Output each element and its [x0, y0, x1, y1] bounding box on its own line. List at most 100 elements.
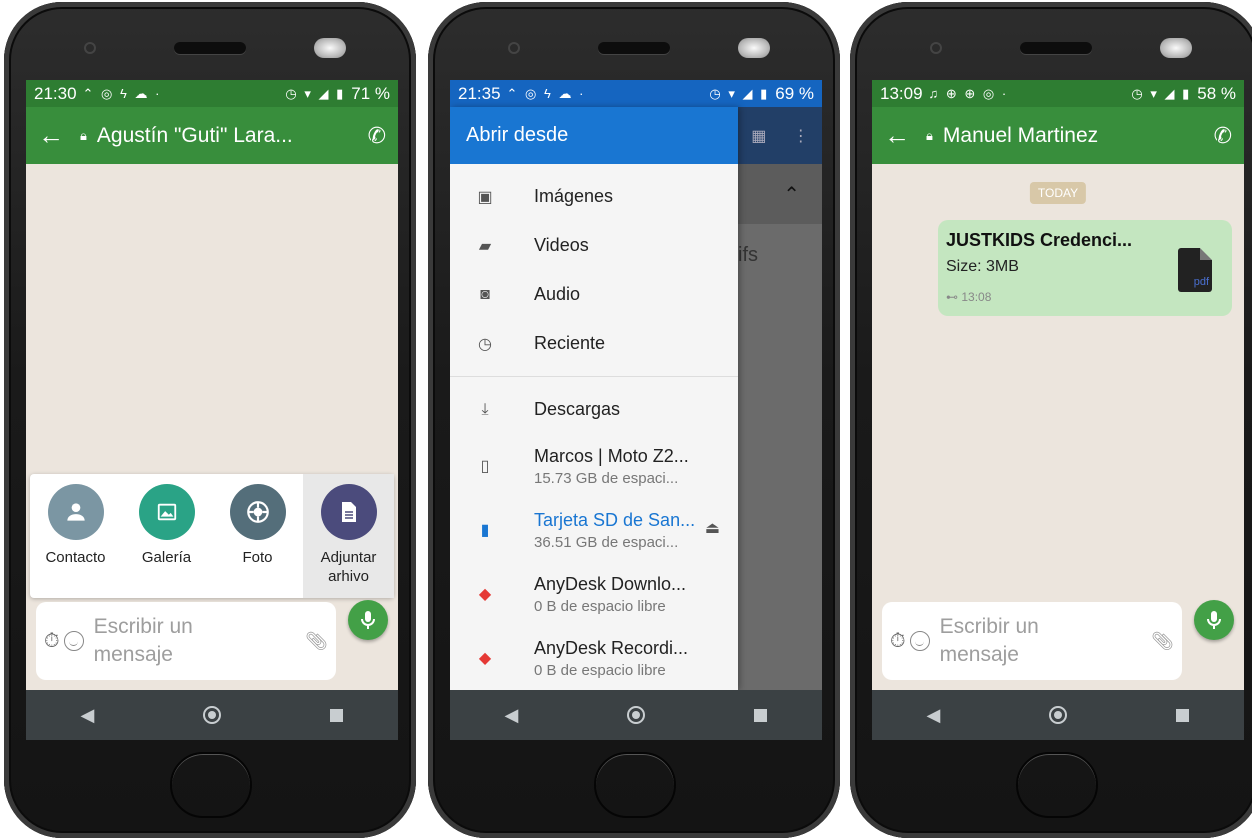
storage-free: 0 B de espacio libre	[534, 661, 666, 679]
back-arrow-icon[interactable]: ←	[38, 120, 80, 151]
drawer-item-downloads[interactable]: ⤓ Descargas	[450, 385, 738, 434]
earpiece-speaker	[1020, 42, 1092, 54]
paperclip-icon[interactable]: 📎︎	[305, 631, 328, 652]
phone-device-icon: ▯	[480, 458, 490, 475]
phone-3: 13:09 ♫ ⊕ ⊕ ◎ · ◷ ▾ ◢ ▮ 58 % ← 🔒︎ Manuel M…	[850, 2, 1252, 838]
sent-status-icon: ⊷	[946, 290, 962, 304]
gallery-icon	[138, 484, 195, 540]
microphone-button[interactable]	[348, 600, 388, 640]
background-toolbar: ▦ ⋮	[738, 107, 822, 164]
message-input[interactable]: ⏱︎ Escribir un mensaje 📎︎	[36, 602, 336, 680]
camera-aperture-icon	[229, 484, 286, 540]
contact-name[interactable]: Agustín "Guti" Lara...	[97, 124, 360, 148]
android-nav-bar: ◀	[872, 690, 1244, 740]
drawer-item-audio[interactable]: ◙ Audio	[450, 270, 738, 319]
nav-recents-icon[interactable]	[1176, 708, 1190, 722]
open-from-drawer: Abrir desde ▣ Imágenes ▰ Videos ◙ Audio …	[450, 107, 738, 690]
file-size: Size: 3MB	[946, 258, 1019, 275]
battery-percent: 71 %	[351, 83, 390, 103]
more-icon: ⋮	[792, 127, 809, 145]
nav-recents-icon[interactable]	[330, 708, 344, 722]
attach-contact[interactable]: Contacto	[30, 474, 121, 598]
back-arrow-icon[interactable]: ←	[884, 120, 926, 151]
drawer-item-videos[interactable]: ▰ Videos	[450, 221, 738, 270]
timer-icon[interactable]: ⏱︎	[44, 630, 60, 653]
front-flash	[1160, 38, 1192, 58]
phone-1-screen: 21:30 ⌃ ◎ ϟ ☁ · ◷ ▾ ◢ ▮ 71 % ← 🔒︎ Agustín …	[26, 80, 398, 740]
file-name: JUSTKIDS Credenci...	[946, 230, 1133, 250]
nav-home-icon[interactable]	[1049, 706, 1068, 724]
battery-percent: 58 %	[1197, 83, 1236, 103]
front-camera	[930, 42, 942, 54]
earpiece-speaker	[598, 42, 670, 54]
divider	[450, 376, 738, 377]
storage-anydesk-recordings[interactable]: ◆ AnyDesk Recordi... 0 B de espacio libre	[450, 626, 738, 690]
drawer-item-label: Imágenes	[534, 186, 614, 206]
microphone-button[interactable]	[1194, 600, 1234, 640]
dimmed-background[interactable]: ▦ ⋮ ⌃ ifs	[738, 107, 822, 690]
attach-label: Foto	[242, 549, 273, 566]
status-time: 21:35	[458, 83, 501, 103]
microphone-icon	[361, 611, 375, 629]
lock-icon: 🔒︎	[926, 127, 933, 143]
message-input[interactable]: ⏱︎ Escribir un mensaje 📎︎	[882, 602, 1182, 680]
front-flash	[738, 38, 770, 58]
attach-gallery[interactable]: Galería	[121, 474, 212, 598]
background-row: ⌃	[738, 164, 822, 224]
notification-icons: ⌃ ◎ ϟ ☁ ·	[82, 85, 162, 101]
chevron-up-icon: ⌃	[783, 183, 800, 206]
storage-internal[interactable]: ▯ Marcos | Moto Z2... 15.73 GB de espaci.…	[450, 434, 738, 498]
pdf-document-icon: pdf	[1178, 248, 1212, 292]
phone-call-icon[interactable]: ✆	[368, 123, 386, 149]
status-time: 13:09	[880, 83, 923, 103]
storage-sd-card[interactable]: ▮ Tarjeta SD de San... 36.51 GB de espaci…	[450, 498, 738, 562]
system-icons: ◷ ▾ ◢ ▮	[709, 85, 770, 101]
phone-2: 21:35 ⌃ ◎ ϟ ☁ · ◷ ▾ ◢ ▮ 69 % ▦ ⋮ ⌃ ifs Abri…	[428, 2, 840, 838]
person-icon	[47, 484, 104, 540]
timer-icon[interactable]: ⏱︎	[890, 630, 906, 653]
attach-label: Galería	[141, 549, 192, 566]
notification-icons: ♫ ⊕ ⊕ ◎ ·	[928, 85, 1009, 101]
drawer-item-recent[interactable]: ◷ Reciente	[450, 319, 738, 368]
drawer-item-images[interactable]: ▣ Imágenes	[450, 172, 738, 221]
image-icon: ▣	[477, 188, 493, 206]
sd-card-icon: ▮	[480, 522, 490, 539]
paperclip-icon[interactable]: 📎︎	[1151, 631, 1174, 652]
nav-home-icon[interactable]	[627, 706, 646, 724]
phone-call-icon[interactable]: ✆	[1214, 123, 1232, 149]
notification-icons: ⌃ ◎ ϟ ☁ ·	[506, 85, 586, 101]
video-icon: ▰	[478, 237, 492, 255]
nav-back-icon[interactable]: ◀	[927, 705, 941, 726]
fingerprint-home-button	[170, 752, 252, 818]
audio-icon: ◙	[480, 285, 490, 303]
storage-anydesk-downloads[interactable]: ◆ AnyDesk Downlo... 0 B de espacio libre	[450, 562, 738, 626]
fingerprint-home-button	[1016, 752, 1098, 818]
nav-home-icon[interactable]	[203, 706, 222, 724]
battery-percent: 69 %	[775, 83, 814, 103]
attach-file[interactable]: Adjuntar arhivo	[303, 474, 394, 598]
earpiece-speaker	[174, 42, 246, 54]
anydesk-icon: ◆	[478, 586, 492, 603]
emoji-icon[interactable]	[909, 631, 930, 651]
nav-back-icon[interactable]: ◀	[81, 705, 95, 726]
storage-free: 36.51 GB de espaci...	[534, 533, 679, 551]
file-message-bubble[interactable]: JUSTKIDS Credenci... Size: 3MB ⊷ 13:08 p…	[938, 220, 1232, 316]
system-icons: ◷ ▾ ◢ ▮	[1131, 85, 1192, 101]
storage-free: 15.73 GB de espaci...	[534, 469, 679, 487]
nav-recents-icon[interactable]	[754, 708, 768, 722]
status-bar: 13:09 ♫ ⊕ ⊕ ◎ · ◷ ▾ ◢ ▮ 58 %	[872, 80, 1244, 107]
nav-back-icon[interactable]: ◀	[505, 705, 519, 726]
front-camera	[508, 42, 520, 54]
eject-icon[interactable]: ⏏	[705, 518, 720, 538]
android-nav-bar: ◀	[26, 690, 398, 740]
contact-name[interactable]: Manuel Martinez	[943, 124, 1206, 148]
phone-3-screen: 13:09 ♫ ⊕ ⊕ ◎ · ◷ ▾ ◢ ▮ 58 % ← 🔒︎ Manuel M…	[872, 80, 1244, 740]
status-bar: 21:35 ⌃ ◎ ϟ ☁ · ◷ ▾ ◢ ▮ 69 %	[450, 80, 822, 107]
attach-photo[interactable]: Foto	[212, 474, 303, 598]
chat-header: ← 🔒︎ Agustín "Guti" Lara... ✆	[26, 107, 398, 164]
date-separator: TODAY	[1029, 182, 1087, 204]
emoji-icon[interactable]	[63, 631, 84, 651]
anydesk-icon: ◆	[478, 650, 492, 667]
storage-name: Marcos | Moto Z2...	[534, 445, 689, 466]
system-icons: ◷ ▾ ◢ ▮	[285, 85, 346, 101]
